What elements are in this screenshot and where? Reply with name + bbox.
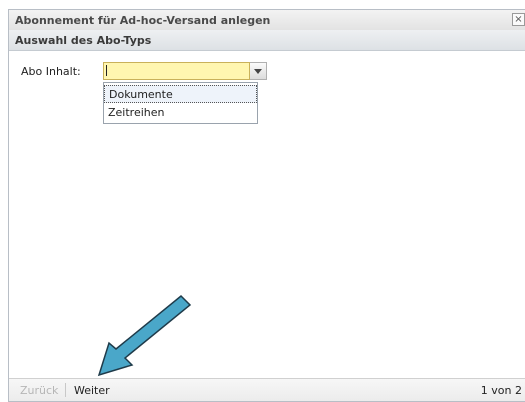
annotation-arrow-icon	[97, 294, 192, 377]
